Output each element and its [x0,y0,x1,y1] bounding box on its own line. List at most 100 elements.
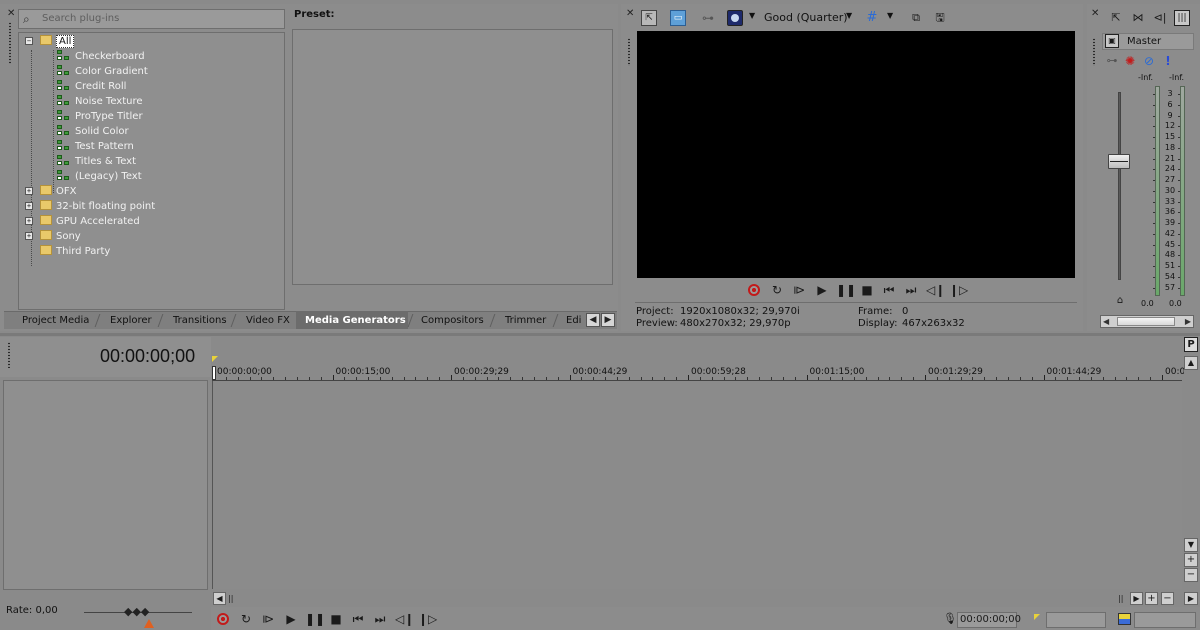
tab-transitions[interactable]: Transitions [173,312,227,329]
tree-item-protype-titler[interactable]: ProType Titler [57,109,143,124]
overlays-grid-icon[interactable]: # [864,10,880,26]
video-output-fx-icon[interactable]: ⇱ [641,10,657,26]
mixer-options-icon[interactable]: ||| [1174,10,1190,26]
record-button[interactable] [215,611,231,627]
quality-dropdown-arrow[interactable]: ▼ [846,11,852,20]
go-to-start-icon[interactable]: ⏮ [350,611,366,627]
tab-scroll-right-button[interactable]: ▶ [601,313,615,327]
tree-item-checkerboard[interactable]: Checkerboard [57,49,145,64]
timeline-track-area[interactable] [212,381,1182,589]
play-icon[interactable]: ▶ [283,611,299,627]
timeline-scrollbar[interactable]: ◀ || || ▶ + − [213,592,1183,605]
go-to-end-icon[interactable]: ⏭ [903,282,919,298]
mute-icon[interactable]: ⊘ [1141,53,1157,69]
tab-project-media[interactable]: Project Media [22,312,89,329]
tab-media-generators[interactable]: Media Generators [305,312,406,329]
preview-mode-icon[interactable] [727,10,743,26]
record-button[interactable] [746,282,762,298]
play-from-start-icon[interactable]: ⧐ [791,282,807,298]
loop-playback-icon[interactable]: ↻ [769,282,785,298]
close-icon[interactable]: ✕ [7,9,15,19]
copy-snapshot-icon[interactable]: ⧉ [908,10,924,26]
panel-grip[interactable] [627,38,631,66]
preset-list[interactable] [292,29,613,285]
tab-trimmer[interactable]: Trimmer [505,312,546,329]
tab-edit-details[interactable]: Edi [566,312,581,329]
tree-item-test-pattern[interactable]: Test Pattern [57,139,134,154]
tree-item-label: All [56,35,75,48]
fader-lock-icon[interactable]: ⌂ [1112,293,1128,309]
selection-length-field[interactable] [1134,612,1196,628]
frame-value: 0 [902,306,909,317]
collapse-icon[interactable]: − [25,37,33,45]
panel-grip[interactable] [1092,38,1096,66]
tree-item-sony[interactable]: + Sony [25,229,81,244]
selection-start-field[interactable] [1046,612,1106,628]
tree-item-color-gradient[interactable]: Color Gradient [57,64,148,79]
close-icon[interactable]: ✕ [1091,9,1099,19]
previous-frame-icon[interactable]: ◁❙ [395,611,414,627]
external-monitor-icon[interactable]: ▭ [670,10,686,26]
play-from-start-icon[interactable]: ⧐ [260,611,276,627]
stop-icon[interactable]: ■ [328,611,344,627]
loop-marker[interactable] [212,356,218,362]
downmix-icon[interactable]: ⇱ [1108,10,1124,26]
save-snapshot-icon[interactable]: 🖫 [932,10,948,26]
pause-icon[interactable]: ❚❚ [836,282,856,298]
go-to-end-icon[interactable]: ⏭ [372,611,388,627]
bottom-time-display[interactable]: 00:00:00;00 [957,612,1021,628]
split-screen-icon[interactable]: ⊶ [700,10,716,26]
panel-grip[interactable] [7,342,11,368]
tab-scroll-left-button[interactable]: ◀ [586,313,600,327]
tree-item-credit-roll[interactable]: Credit Roll [57,79,126,94]
mixer-scrollbar[interactable]: ◀ ▶ [1100,315,1194,328]
go-to-start-icon[interactable]: ⏮ [881,282,897,298]
video-preview-screen [637,31,1075,278]
bus-fx-icon[interactable]: ✺ [1122,53,1138,69]
preview-quality-dropdown[interactable]: Good (Quarter) [764,11,848,24]
tree-item-solid-color[interactable]: Solid Color [57,124,129,139]
solo-icon[interactable]: ! [1160,53,1176,69]
record-time-icon[interactable]: 🎙 [942,611,958,627]
close-icon[interactable]: ✕ [626,9,634,19]
cursor-time-display[interactable]: 00:00:00;00 [100,346,195,367]
project-button[interactable]: P [1184,337,1198,352]
tree-item-32bit[interactable]: +32-bit floating point [25,199,155,214]
tree-item-all[interactable]: − All [25,34,75,49]
next-frame-icon[interactable]: ❙▷ [418,611,437,627]
overlays-dropdown-arrow[interactable]: ▼ [887,11,893,20]
tree-item-label: Noise Texture [75,96,143,107]
expand-icon[interactable]: + [25,202,33,210]
audio-properties-icon[interactable]: ⊲| [1152,10,1168,26]
next-frame-icon[interactable]: ❙▷ [949,282,968,298]
meter-scale-tick [1153,266,1155,267]
playhead-marker[interactable] [212,366,216,380]
previous-frame-icon[interactable]: ◁❙ [926,282,945,298]
tab-compositors[interactable]: Compositors [421,312,484,329]
dim-output-icon[interactable]: ⋈ [1130,10,1146,26]
expand-icon[interactable]: + [25,232,33,240]
expand-icon[interactable]: + [25,187,33,195]
tree-item-legacy-text[interactable]: (Legacy) Text [57,169,142,184]
pause-icon[interactable]: ❚❚ [305,611,325,627]
stop-icon[interactable]: ■ [859,282,875,298]
meter-scale-label: 39 [1164,218,1176,227]
tree-item-noise-texture[interactable]: Noise Texture [57,94,143,109]
loop-playback-icon[interactable]: ↻ [238,611,254,627]
tree-item-ofx[interactable]: + OFX [25,184,76,199]
play-icon[interactable]: ▶ [814,282,830,298]
tree-item-third-party[interactable]: Third Party [40,244,110,259]
search-input[interactable]: ⌕ Search plug-ins [18,9,285,29]
horizontal-scroll-right-arrow[interactable]: ▶ [1184,592,1198,605]
panel-grip[interactable] [8,22,12,64]
ruler-tick-label: 00:01:29;29 [928,367,983,377]
preview-mode-dropdown-arrow[interactable]: ▼ [749,11,755,20]
expand-icon[interactable]: + [25,217,33,225]
tab-explorer[interactable]: Explorer [110,312,152,329]
rate-slider-handle[interactable]: ◆◆◆ [124,605,149,618]
tab-video-fx[interactable]: Video FX [246,312,290,329]
insert-fx-icon[interactable]: ⊶ [1104,53,1120,69]
tree-item-titles-text[interactable]: Titles & Text [57,154,136,169]
tree-item-gpu[interactable]: + GPU Accelerated [25,214,140,229]
vertical-scrollbar[interactable]: ▲ ▼ + − [1184,356,1198,589]
